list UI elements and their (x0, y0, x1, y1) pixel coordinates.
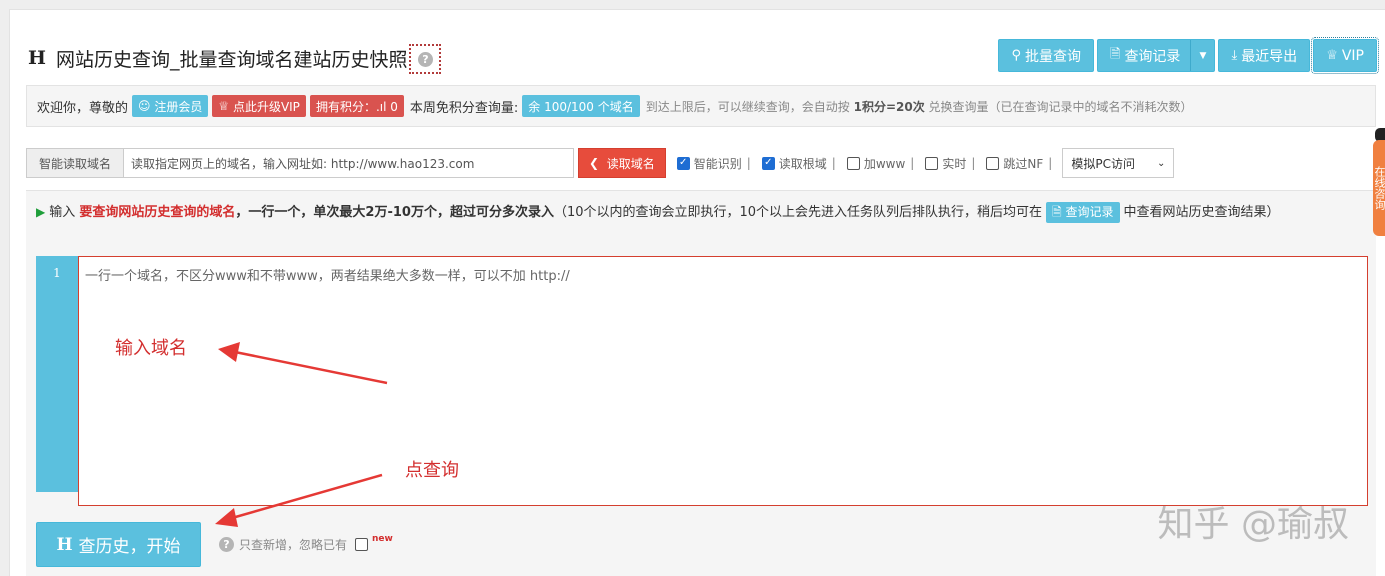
quota-badge: 余 100/100 个域名 (522, 95, 640, 117)
domain-textarea[interactable]: 一行一个域名，不区分www和不带www，两者结果绝大多数一样，可以不加 http… (78, 256, 1368, 506)
weekly-quota-label: 本周免积分查询量: (409, 100, 519, 116)
greeting-text: 欢迎你，尊敬的 (37, 100, 129, 116)
query-records-button[interactable]: 🗎 查询记录 ▼ (1096, 39, 1216, 72)
option-label: 跳过NF (1003, 156, 1044, 171)
batch-query-label: 批量查询 (1024, 48, 1081, 65)
welcome-bar: 欢迎你，尊敬的 ☺ 注册会员 ♕ 点此升级VIP 拥有积分：.ıl 0 本周免积… (26, 85, 1376, 127)
quota-rate: 1积分=20次 (853, 99, 925, 114)
option-realtime[interactable]: 实时 | (925, 155, 975, 172)
domain-reader: 智能读取域名 读取指定网页上的域名，输入网址如: http://www.hao1… (26, 148, 1175, 178)
only-new-option: ? 只查新增，忽略已有 new (219, 533, 393, 553)
read-domains-label: 读取域名 (606, 156, 655, 171)
instr-detail: （10个以内的查询会立即执行，10个以上会先进入任务队列后排队执行，稍后均可在 (553, 205, 1043, 220)
start-query-button[interactable]: H 查历史，开始 (36, 522, 201, 567)
chevron-down-icon[interactable]: ▼ (1190, 40, 1214, 71)
help-button[interactable]: ? (409, 44, 442, 74)
query-records-label: 查询记录 (1124, 48, 1181, 65)
recent-export-button[interactable]: ⤓ 最近导出 (1218, 39, 1311, 72)
annotation-click-query: 点查询 (405, 460, 459, 481)
option-add-www[interactable]: 加www | (846, 155, 914, 172)
option-skip-nf[interactable]: 跳过NF | (986, 155, 1052, 172)
vip-label: VIP (1341, 47, 1364, 64)
checkbox-icon[interactable] (925, 156, 939, 170)
document-icon: 🗎 (1109, 46, 1121, 62)
option-label: 加www (863, 156, 906, 171)
domain-editor: 1 一行一个域名，不区分www和不带www，两者结果绝大多数一样，可以不加 ht… (36, 256, 1368, 506)
option-root-domain[interactable]: ✓ 读取根域 | (761, 155, 836, 172)
search-icon: ⚲ (1011, 48, 1021, 63)
only-new-checkbox[interactable] (355, 538, 369, 551)
annotation-input-domain: 输入域名 (115, 338, 187, 359)
upgrade-vip-badge[interactable]: ♕ 点此升级VIP (212, 95, 306, 117)
download-icon: ⤓ (1231, 48, 1238, 63)
chevron-left-icon: ❮ (589, 156, 607, 170)
upgrade-label: 点此升级VIP (232, 99, 300, 114)
crown-icon: ♕ (1326, 48, 1338, 63)
read-domains-button[interactable]: ❮ 读取域名 (578, 148, 666, 178)
site-logo-icon: H (56, 534, 73, 555)
quota-note-text: 到达上限后，可以继续查询，会自动按 (645, 99, 850, 114)
access-mode-value: 模拟PC访问 (1071, 156, 1135, 171)
points-badge[interactable]: 拥有积分：.ıl 0 (309, 95, 404, 117)
checkbox-icon[interactable] (846, 156, 860, 170)
quota-note-text-2: 兑换查询量（已在查询记录中的域名不消耗次数） (928, 99, 1193, 114)
page-title-text: 网站历史查询_批量查询域名建站历史快照 (55, 48, 408, 71)
page-title: H 网站历史查询_批量查询域名建站历史快照 ? (28, 42, 442, 74)
line-number-gutter: 1 (36, 256, 78, 492)
option-label: 智能识别 (693, 156, 742, 171)
register-label: 注册会员 (154, 99, 203, 114)
chevron-down-icon: ⌄ (1156, 157, 1166, 169)
query-records-link-label: 查询记录 (1065, 205, 1114, 219)
start-query-label: 查历史，开始 (78, 537, 181, 557)
play-arrow-icon: ▶ (36, 205, 46, 219)
only-new-label: 只查新增，忽略已有 (239, 538, 348, 552)
new-badge: new (372, 533, 393, 544)
quota-note: 到达上限后，可以继续查询，会自动按 1积分=20次 兑换查询量（已在查询记录中的… (646, 98, 1193, 115)
instr-prefix: 输入 (49, 205, 76, 220)
instr-rule: ，一行一个，单次最大2万-10万个，超过可分多次录入 (235, 205, 554, 220)
option-smart-detect[interactable]: ✓ 智能识别 | (676, 155, 751, 172)
crown-icon: ♕ (218, 99, 233, 113)
online-chat-tab[interactable]: 在线咨询 (1373, 140, 1385, 236)
help-icon: ? (417, 51, 433, 67)
access-mode-select[interactable]: 模拟PC访问 ⌄ (1062, 148, 1175, 178)
query-records-link[interactable]: 🗎 查询记录 (1046, 202, 1120, 223)
user-icon: ☺ (138, 99, 155, 113)
instr-highlight: 要查询网站历史查询的域名 (79, 205, 236, 220)
vip-button[interactable]: ♕ VIP (1311, 37, 1379, 74)
option-label: 读取根域 (778, 156, 827, 171)
checkbox-checked-icon[interactable]: ✓ (761, 156, 775, 170)
batch-query-button[interactable]: ⚲ 批量查询 (998, 39, 1094, 72)
checkbox-icon[interactable] (986, 156, 1000, 170)
site-logo-icon: H (28, 47, 46, 69)
checkbox-checked-icon[interactable]: ✓ (676, 156, 690, 170)
help-icon[interactable]: ? (219, 537, 234, 552)
top-toolbar: ⚲ 批量查询 🗎 查询记录 ▼ ⤓ 最近导出 ♕ VIP (998, 37, 1379, 74)
url-input[interactable]: 读取指定网页上的域名，输入网址如: http://www.hao123.com (124, 148, 574, 178)
instr-suffix: 中查看网站历史查询结果） (1123, 205, 1280, 220)
register-badge[interactable]: ☺ 注册会员 (132, 95, 209, 117)
option-label: 实时 (942, 156, 967, 171)
document-icon: 🗎 (1052, 205, 1066, 219)
recent-export-label: 最近导出 (1241, 48, 1298, 65)
reader-addon-label: 智能读取域名 (26, 148, 124, 178)
watermark: 知乎 @瑜叔 (1157, 504, 1349, 545)
input-instructions: ▶ 输入 要查询网站历史查询的域名，一行一个，单次最大2万-10万个，超过可分多次… (36, 201, 1361, 224)
